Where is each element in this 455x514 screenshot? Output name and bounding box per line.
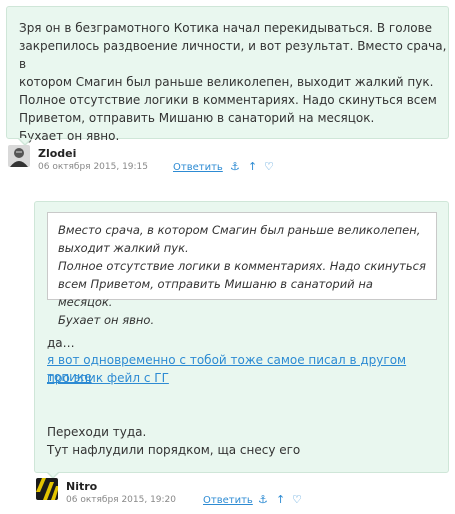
avatar[interactable] [8, 145, 30, 167]
author-name[interactable]: Zlodei [38, 147, 76, 160]
topic-link-line-2[interactable]: про эпик фейл с ГГ [47, 371, 169, 385]
author-name[interactable]: Nitro [66, 480, 97, 493]
anchor-icon[interactable]: ⚓ [258, 493, 268, 506]
comment-body-2: Вместо срача, в котором Смагин был раньш… [34, 201, 449, 473]
comment-meta-2: Nitro 06 октября 2015, 19:20 Ответить ⚓ … [36, 478, 336, 508]
comment-body-1: Зря он в безграмотного Котика начал пере… [6, 6, 449, 143]
quote-block: Вместо срача, в котором Смагин был раньш… [47, 212, 437, 327]
comment-text: Зря он в безграмотного Котика начал пере… [19, 21, 447, 143]
heart-icon[interactable]: ♡ [292, 493, 302, 506]
arrow-up-icon[interactable]: ↑ [276, 493, 285, 506]
comment-date: 06 октября 2015, 19:20 [66, 495, 177, 505]
comment-meta-1: Zlodei 06 октября 2015, 19:15 Ответить ⚓… [8, 145, 308, 175]
comment-text-line: Переходи туда. [47, 425, 147, 439]
topic-link-cont[interactable]: про эпик фейл с ГГ [47, 370, 169, 387]
avatar[interactable] [36, 478, 58, 500]
anchor-icon[interactable]: ⚓ [230, 160, 240, 173]
heart-icon[interactable]: ♡ [264, 160, 274, 173]
comment-date: 06 октября 2015, 19:15 [38, 162, 149, 172]
reply-button[interactable]: Ответить [203, 495, 253, 506]
comment-text-line: да… [47, 336, 75, 350]
comment-text-line: Тут нафлудили порядком, ща снесу его [47, 443, 301, 457]
arrow-up-icon[interactable]: ↑ [248, 160, 257, 173]
reply-button[interactable]: Ответить [173, 162, 223, 173]
